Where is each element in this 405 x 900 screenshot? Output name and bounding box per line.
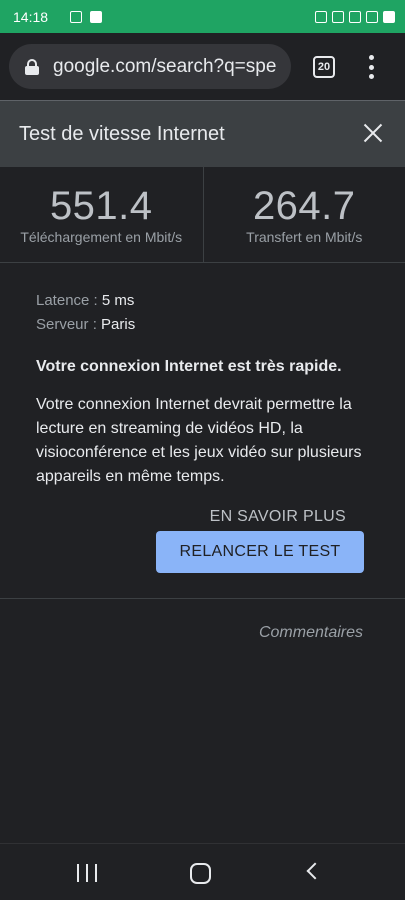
gallery-notification-icon	[70, 10, 83, 23]
address-bar[interactable]: google.com/search?q=spe	[9, 44, 291, 89]
more-options-icon[interactable]	[364, 55, 378, 79]
widget-title: Test de vitesse Internet	[19, 122, 225, 145]
lock-status-icon	[315, 10, 327, 23]
signal-icon	[366, 10, 378, 23]
speed-results: 551.4 Téléchargement en Mbit/s 264.7 Tra…	[0, 167, 405, 263]
upload-value: 264.7	[252, 184, 356, 228]
url-text[interactable]: google.com/search?q=spe	[53, 56, 276, 78]
learn-more-link[interactable]: EN SAVOIR PLUS	[210, 508, 346, 526]
close-icon[interactable]	[363, 123, 383, 143]
server-line: Serveur : Paris	[36, 313, 376, 337]
latency-value: 5 ms	[101, 292, 135, 309]
browser-toolbar: google.com/search?q=spe 20	[0, 33, 405, 100]
rerun-test-button[interactable]: RELANCER LE TEST	[156, 531, 364, 573]
navigation-bar	[0, 843, 405, 900]
lock-icon[interactable]	[25, 58, 39, 75]
tab-switcher-button[interactable]: 20	[313, 56, 335, 78]
server-value: Paris	[101, 316, 136, 333]
recent-apps-icon[interactable]	[77, 864, 97, 882]
result-headline: Votre connexion Internet est très rapide…	[36, 358, 342, 375]
alarm-icon	[332, 10, 344, 23]
check-notification-icon	[90, 10, 103, 23]
widget-header: Test de vitesse Internet	[0, 100, 405, 167]
upload-result: 264.7 Transfert en Mbit/s	[202, 167, 405, 262]
latency-label: Latence :	[36, 292, 102, 309]
result-description: Votre connexion Internet devrait permett…	[36, 396, 362, 485]
feedback-link[interactable]: Commentaires	[259, 624, 363, 642]
latency-line: Latence : 5 ms	[36, 289, 376, 313]
system-icons	[315, 10, 395, 23]
back-icon[interactable]	[306, 862, 324, 880]
home-icon[interactable]	[190, 863, 211, 884]
battery-icon	[383, 10, 395, 23]
divider	[0, 598, 405, 599]
download-result: 551.4 Téléchargement en Mbit/s	[0, 167, 203, 262]
status-bar: 14:18	[0, 0, 405, 33]
upload-unit: Transfert en Mbit/s	[246, 229, 363, 245]
wifi-icon	[349, 10, 361, 23]
download-value: 551.4	[49, 184, 153, 228]
status-time: 14:18	[13, 8, 49, 25]
notification-icons	[70, 10, 103, 23]
result-details: Latence : 5 ms Serveur : Paris Votre con…	[36, 289, 376, 489]
download-unit: Téléchargement en Mbit/s	[20, 229, 183, 245]
server-label: Serveur :	[36, 316, 102, 333]
